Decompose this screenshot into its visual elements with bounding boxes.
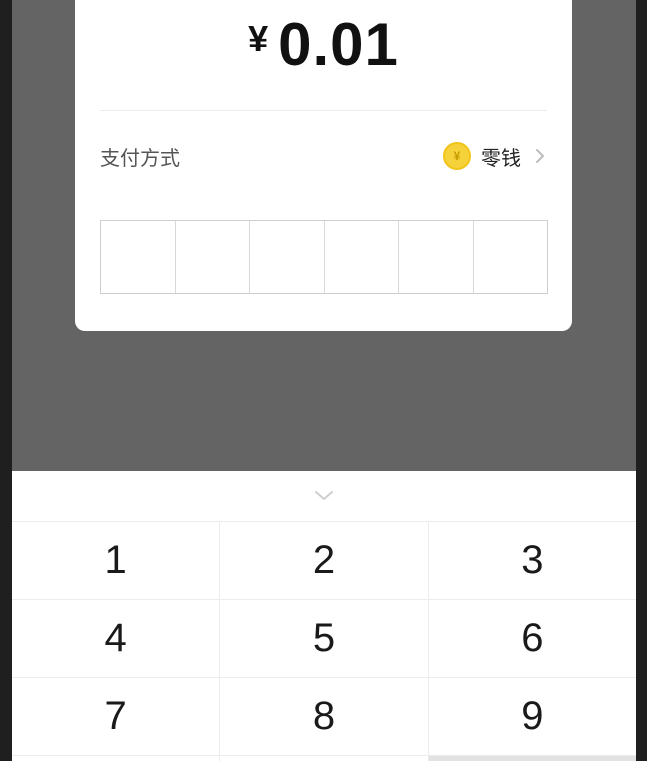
coin-icon: ¥ bbox=[443, 142, 471, 170]
chevron-right-icon bbox=[536, 149, 544, 163]
key-2[interactable]: 2 bbox=[220, 522, 429, 599]
key-1[interactable]: 1 bbox=[12, 522, 221, 599]
key-3[interactable]: 3 bbox=[429, 522, 636, 599]
key-7[interactable]: 7 bbox=[12, 678, 221, 755]
chevron-down-icon bbox=[315, 491, 333, 500]
payment-card: ¥ 0.01 支付方式 ¥ 零钱 bbox=[75, 0, 572, 331]
key-4[interactable]: 4 bbox=[12, 600, 221, 677]
numeric-keypad: 1 2 3 4 5 6 7 8 9 bbox=[12, 471, 636, 761]
payment-method-row[interactable]: 支付方式 ¥ 零钱 bbox=[100, 136, 547, 176]
password-digit-cell bbox=[474, 221, 548, 293]
password-digit-cell bbox=[250, 221, 325, 293]
keypad-row: 1 2 3 bbox=[12, 521, 636, 599]
key-6[interactable]: 6 bbox=[429, 600, 636, 677]
key-5[interactable]: 5 bbox=[220, 600, 429, 677]
key-0[interactable] bbox=[220, 756, 429, 761]
key-8[interactable]: 8 bbox=[220, 678, 429, 755]
keypad-row bbox=[12, 755, 636, 761]
key-delete[interactable] bbox=[428, 756, 636, 761]
amount-value: 0.01 bbox=[278, 11, 399, 78]
keypad-collapse-button[interactable] bbox=[12, 471, 636, 521]
password-digit-cell bbox=[176, 221, 250, 293]
payment-method-name: 零钱 bbox=[481, 147, 521, 170]
keypad-row: 4 5 6 bbox=[12, 599, 636, 677]
key-blank bbox=[12, 756, 221, 761]
keypad-row: 7 8 9 bbox=[12, 677, 636, 755]
keypad-grid: 1 2 3 4 5 6 7 8 9 bbox=[12, 521, 636, 761]
password-digit-cell bbox=[399, 221, 474, 293]
payment-method-selector[interactable]: ¥ 零钱 bbox=[443, 142, 547, 171]
payment-method-label: 支付方式 bbox=[100, 147, 180, 170]
currency-symbol: ¥ bbox=[248, 18, 269, 59]
password-input[interactable] bbox=[100, 220, 548, 294]
payment-amount: ¥ 0.01 bbox=[75, 10, 572, 80]
key-9[interactable]: 9 bbox=[429, 678, 636, 755]
divider bbox=[100, 110, 547, 111]
payment-screen: ¥ 0.01 支付方式 ¥ 零钱 1 2 3 4 5 6 7 8 9 bbox=[12, 0, 636, 761]
password-digit-cell bbox=[101, 221, 176, 293]
password-digit-cell bbox=[325, 221, 399, 293]
